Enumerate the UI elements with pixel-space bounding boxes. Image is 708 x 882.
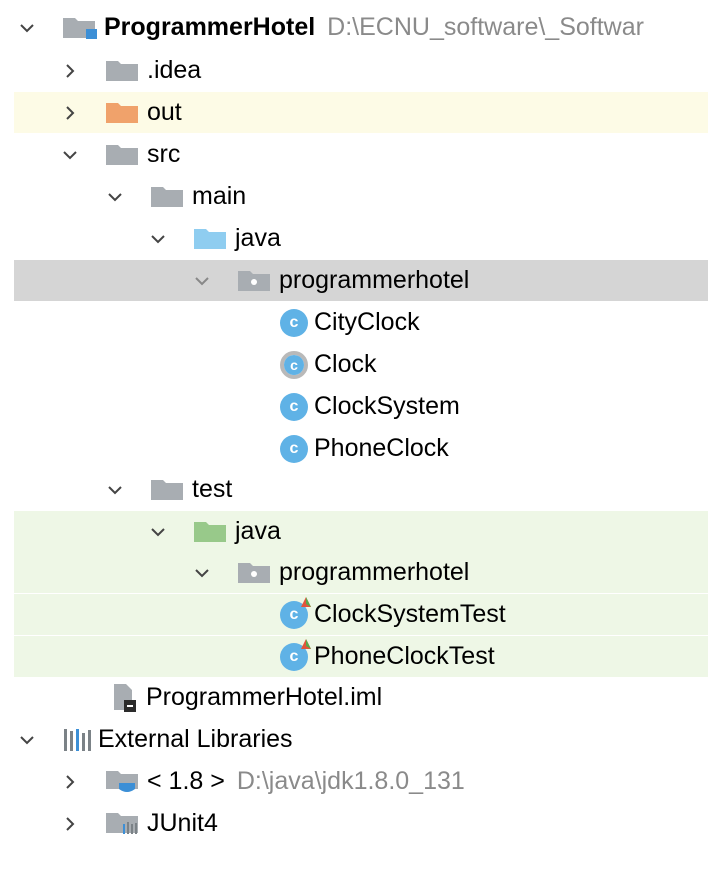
chevron-down-icon[interactable]	[189, 268, 215, 294]
tree-node-src[interactable]: src	[14, 134, 708, 175]
folder-label: main	[192, 182, 247, 210]
folder-label: test	[192, 475, 233, 503]
tree-node-project[interactable]: ProgrammerHotel D:\ECNU_software\_Softwa…	[14, 7, 708, 48]
chevron-right-icon[interactable]	[57, 100, 83, 126]
folder-label: External Libraries	[98, 725, 293, 753]
class-label: ClockSystem	[314, 392, 460, 420]
jdk-folder-icon	[105, 769, 141, 795]
file-label: ProgrammerHotel.iml	[146, 683, 383, 711]
chevron-down-icon[interactable]	[145, 226, 171, 252]
jdk-path: D:\java\jdk1.8.0_131	[236, 767, 465, 795]
tree-node-idea[interactable]: .idea	[14, 50, 708, 91]
tree-node-iml[interactable]: ProgrammerHotel.iml	[14, 677, 708, 718]
class-label: CityClock	[314, 308, 420, 336]
chevron-down-icon[interactable]	[14, 727, 40, 753]
package-label: programmerhotel	[279, 558, 470, 586]
folder-icon	[150, 185, 186, 209]
tree-node-jdk[interactable]: < 1.8 > D:\java\jdk1.8.0_131	[14, 761, 708, 802]
class-label: ClockSystemTest	[314, 600, 506, 628]
jdk-label: < 1.8 >	[147, 767, 225, 795]
folder-icon	[105, 143, 141, 167]
folder-label: java	[235, 224, 281, 252]
class-label: PhoneClockTest	[314, 642, 495, 670]
tree-node-main[interactable]: main	[14, 176, 708, 217]
abstract-class-icon: c	[280, 350, 308, 379]
tree-node-external-libraries[interactable]: External Libraries	[14, 719, 708, 760]
package-icon	[237, 561, 273, 585]
chevron-down-icon[interactable]	[102, 477, 128, 503]
class-icon: c	[280, 434, 308, 463]
folder-label: .idea	[147, 56, 202, 84]
folder-label: src	[147, 140, 181, 168]
project-tree: ProgrammerHotel D:\ECNU_software\_Softwa…	[0, 0, 708, 882]
library-folder-icon	[105, 811, 141, 837]
project-path: D:\ECNU_software\_Softwar	[327, 13, 644, 41]
tree-node-test-package[interactable]: programmerhotel	[14, 552, 708, 593]
tree-node-class[interactable]: c ClockSystem	[14, 386, 708, 427]
folder-label: java	[235, 517, 281, 545]
chevron-down-icon[interactable]	[57, 142, 83, 168]
chevron-down-icon[interactable]	[14, 15, 40, 41]
class-icon: c	[280, 308, 308, 337]
module-folder-icon	[62, 16, 98, 40]
class-icon: c	[280, 392, 308, 421]
test-class-icon: c	[280, 638, 311, 671]
source-root-folder-icon	[193, 227, 229, 251]
library-label: JUnit4	[147, 809, 218, 837]
chevron-right-icon[interactable]	[57, 769, 83, 795]
test-root-folder-icon	[193, 520, 229, 544]
package-icon	[237, 269, 273, 293]
tree-node-main-package[interactable]: programmerhotel	[14, 260, 708, 301]
folder-icon	[150, 478, 186, 502]
tree-node-junit[interactable]: JUnit4	[14, 803, 708, 844]
chevron-right-icon[interactable]	[57, 58, 83, 84]
class-label: PhoneClock	[314, 434, 449, 462]
library-icon	[62, 727, 92, 753]
tree-node-test[interactable]: test	[14, 469, 708, 510]
project-name: ProgrammerHotel	[104, 13, 316, 41]
chevron-right-icon[interactable]	[57, 811, 83, 837]
tree-node-class[interactable]: c PhoneClock	[14, 428, 708, 469]
tree-node-test-class[interactable]: c ClockSystemTest	[14, 594, 708, 635]
folder-label: out	[147, 98, 182, 126]
tree-node-class[interactable]: c Clock	[14, 344, 708, 385]
tree-node-out[interactable]: out	[14, 92, 708, 133]
tree-node-test-class[interactable]: c PhoneClockTest	[14, 636, 708, 677]
tree-node-test-java[interactable]: java	[14, 511, 708, 552]
chevron-down-icon[interactable]	[145, 519, 171, 545]
tree-node-main-java[interactable]: java	[14, 218, 708, 259]
module-file-icon	[108, 682, 140, 714]
chevron-down-icon[interactable]	[102, 184, 128, 210]
folder-icon	[105, 59, 141, 83]
tree-node-class[interactable]: c CityClock	[14, 302, 708, 343]
package-label: programmerhotel	[279, 266, 470, 294]
excluded-folder-icon	[105, 101, 141, 125]
class-label: Clock	[314, 350, 377, 378]
test-class-icon: c	[280, 596, 311, 629]
chevron-down-icon[interactable]	[189, 560, 215, 586]
